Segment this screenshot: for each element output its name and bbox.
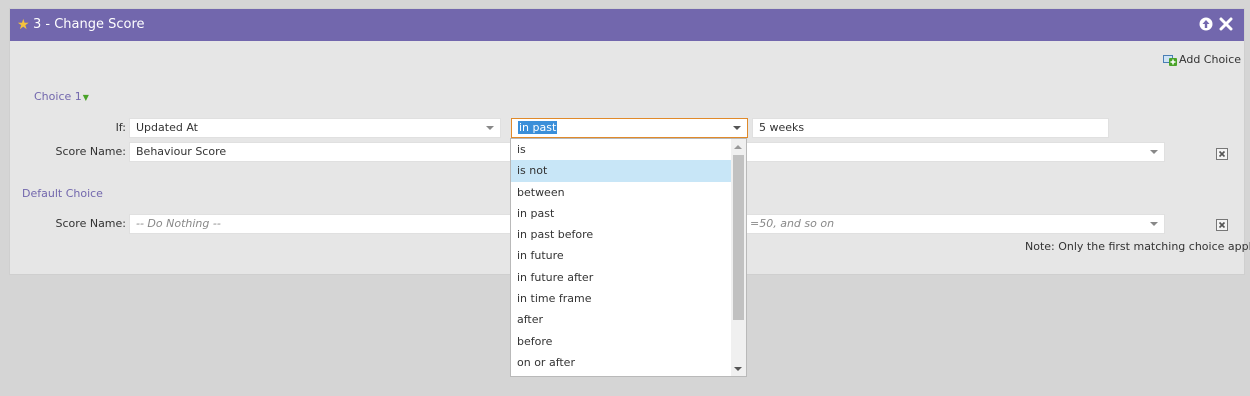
arrow-up-circle-icon[interactable] [1199,17,1213,31]
if-label: If: [115,121,126,134]
operator-value: in past [518,121,558,134]
operator-option[interactable]: in future [511,245,732,266]
operator-option[interactable]: between [511,182,732,203]
operator-options: is is not between in past in past before in f… [511,139,732,373]
star-icon: ★ [17,17,30,33]
delete-choice-1-icon[interactable] [1216,148,1228,160]
default-score-name-label: Score Name: [55,217,126,230]
delete-default-choice-icon[interactable] [1216,219,1228,231]
chevron-down-icon [733,126,741,130]
operator-option[interactable]: in time frame [511,288,732,309]
operator-dropdown-list[interactable]: is is not between in past in past before in f… [510,138,747,377]
scroll-up-icon[interactable] [734,145,742,149]
add-choice-button[interactable]: Add Choice [1163,53,1241,69]
operator-option[interactable]: after [511,309,732,330]
chevron-down-icon [486,126,494,130]
operator-option[interactable]: in past before [511,224,732,245]
add-choice-icon [1163,55,1177,66]
dropdown-scrollbar[interactable] [731,139,746,376]
default-score-name-value: -- Do Nothing -- [136,217,221,230]
matching-note: Note: Only the first matching choice app… [1025,240,1250,253]
scroll-down-icon[interactable] [734,367,742,371]
score-name-label: Score Name: [55,145,126,158]
operator-option[interactable]: in future after [511,267,732,288]
attribute-value: Updated At [136,121,198,134]
caret-down-icon: ▼ [82,93,89,102]
dialog-title-bar: ★ 3 - Change Score [10,9,1244,41]
operand-input[interactable]: 5 weeks [752,118,1109,138]
operator-option[interactable]: in past [511,203,732,224]
score-name-value: Behaviour Score [136,145,227,158]
operator-option[interactable]: is [511,139,732,160]
choice-1-toggle[interactable]: Choice 1▼ [34,90,89,103]
operator-select[interactable]: in past [511,118,748,138]
operator-option[interactable]: before [511,331,732,352]
chevron-down-icon [1150,150,1158,154]
operator-option[interactable]: is not [511,160,732,182]
close-icon[interactable] [1219,17,1233,31]
default-choice-label: Default Choice [22,187,103,200]
choice-1-label: Choice 1 [34,90,82,103]
operator-option[interactable]: on or after [511,352,732,373]
add-choice-label: Add Choice [1179,53,1242,66]
chevron-down-icon [1150,222,1158,226]
attribute-select[interactable]: Updated At [129,118,501,138]
dialog-title: 3 - Change Score [33,17,145,32]
operand-value: 5 weeks [759,121,805,134]
scroll-thumb[interactable] [733,155,744,320]
change-placeholder: =50, and so on [750,217,835,230]
